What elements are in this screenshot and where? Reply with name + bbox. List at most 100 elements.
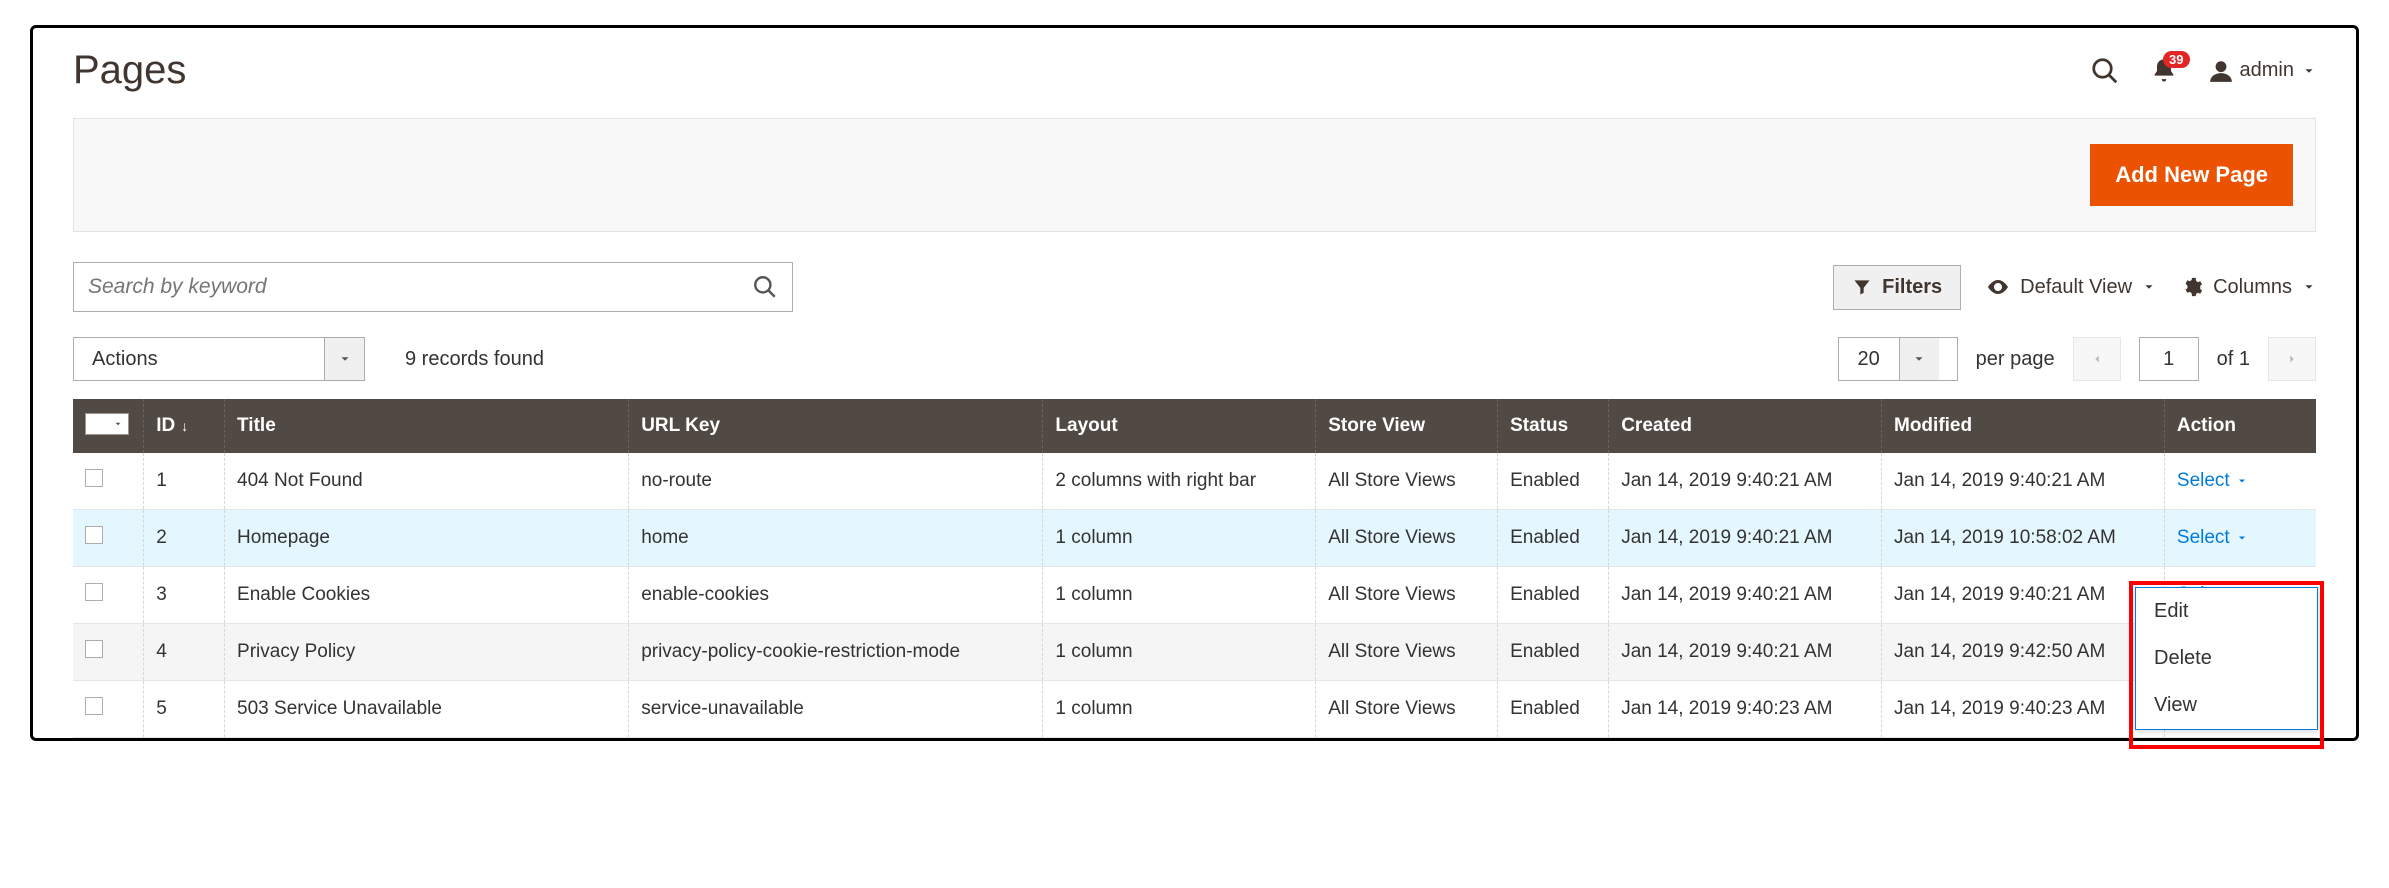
dropdown-view[interactable]: View [2136, 682, 2317, 729]
page-size-value: 20 [1839, 338, 1899, 380]
col-storeview[interactable]: Store View [1316, 399, 1498, 453]
default-view-label: Default View [2020, 276, 2132, 299]
cell-modified: Jan 14, 2019 9:40:21 AM [1882, 453, 2165, 510]
cell-storeview: All Store Views [1316, 567, 1498, 624]
cell-created: Jan 14, 2019 9:40:21 AM [1609, 567, 1882, 624]
gear-icon [2181, 276, 2203, 298]
user-menu[interactable]: admin [2208, 58, 2316, 84]
cell-id: 5 [144, 681, 225, 738]
cell-status: Enabled [1498, 567, 1609, 624]
columns-button[interactable]: Columns [2181, 276, 2316, 299]
row-action-select[interactable]: Select [2177, 527, 2248, 549]
sort-down-icon: ↓ [181, 418, 188, 434]
cell-storeview: All Store Views [1316, 453, 1498, 510]
notification-badge: 39 [2163, 51, 2189, 68]
actions-dropdown[interactable]: Actions [73, 337, 365, 381]
cell-storeview: All Store Views [1316, 681, 1498, 738]
table-row[interactable]: 2Homepagehome1 columnAll Store ViewsEnab… [73, 510, 2316, 567]
cell-title: Homepage [225, 510, 629, 567]
col-status[interactable]: Status [1498, 399, 1609, 453]
col-action[interactable]: Action [2164, 399, 2316, 453]
col-created[interactable]: Created [1609, 399, 1882, 453]
table-row[interactable]: 1404 Not Foundno-route2 columns with rig… [73, 453, 2316, 510]
search-icon[interactable] [2090, 56, 2120, 86]
next-page-button[interactable] [2268, 337, 2316, 381]
cell-created: Jan 14, 2019 9:40:21 AM [1609, 624, 1882, 681]
chevron-down-icon[interactable] [1899, 338, 1939, 380]
dropdown-delete[interactable]: Delete [2136, 635, 2317, 682]
col-layout[interactable]: Layout [1043, 399, 1316, 453]
cell-title: 404 Not Found [225, 453, 629, 510]
cell-storeview: All Store Views [1316, 624, 1498, 681]
col-modified[interactable]: Modified [1882, 399, 2165, 453]
table-row[interactable]: 4Privacy Policyprivacy-policy-cookie-res… [73, 624, 2316, 681]
col-checkbox[interactable] [73, 399, 144, 453]
cell-created: Jan 14, 2019 9:40:21 AM [1609, 510, 1882, 567]
cell-modified: Jan 14, 2019 9:42:50 AM [1882, 624, 2165, 681]
cell-status: Enabled [1498, 510, 1609, 567]
search-box[interactable] [73, 262, 793, 312]
page-size-select[interactable]: 20 [1838, 337, 1958, 381]
search-input[interactable] [88, 275, 752, 299]
cell-urlkey: home [629, 510, 1043, 567]
select-all-checkbox[interactable] [87, 415, 105, 433]
cell-title: Privacy Policy [225, 624, 629, 681]
action-bar: Add New Page [73, 118, 2316, 232]
col-id[interactable]: ID↓ [144, 399, 225, 453]
current-page-input[interactable]: 1 [2139, 337, 2199, 381]
cell-modified: Jan 14, 2019 9:40:21 AM [1882, 567, 2165, 624]
cell-status: Enabled [1498, 453, 1609, 510]
row-checkbox[interactable] [85, 640, 103, 658]
cell-id: 4 [144, 624, 225, 681]
cell-title: 503 Service Unavailable [225, 681, 629, 738]
cell-layout: 1 column [1043, 567, 1316, 624]
cell-layout: 1 column [1043, 510, 1316, 567]
total-pages-label: of 1 [2217, 348, 2250, 371]
cell-layout: 2 columns with right bar [1043, 453, 1316, 510]
cell-layout: 1 column [1043, 681, 1316, 738]
cell-urlkey: enable-cookies [629, 567, 1043, 624]
cell-status: Enabled [1498, 681, 1609, 738]
row-action-select[interactable]: Select [2177, 470, 2248, 492]
cell-created: Jan 14, 2019 9:40:21 AM [1609, 453, 1882, 510]
prev-page-button[interactable] [2073, 337, 2121, 381]
records-found: 9 records found [405, 348, 544, 371]
columns-label: Columns [2213, 276, 2292, 299]
eye-icon [1986, 275, 2010, 299]
col-urlkey[interactable]: URL Key [629, 399, 1043, 453]
filters-button[interactable]: Filters [1833, 265, 1961, 310]
chevron-down-icon[interactable] [109, 415, 127, 433]
cell-modified: Jan 14, 2019 10:58:02 AM [1882, 510, 2165, 567]
cell-urlkey: privacy-policy-cookie-restriction-mode [629, 624, 1043, 681]
row-checkbox[interactable] [85, 583, 103, 601]
cell-layout: 1 column [1043, 624, 1316, 681]
row-checkbox[interactable] [85, 526, 103, 544]
search-submit-icon[interactable] [752, 274, 778, 300]
notification-bell-icon[interactable]: 39 [2150, 57, 2178, 85]
col-title[interactable]: Title [225, 399, 629, 453]
filter-icon [1852, 277, 1872, 297]
page-title: Pages [73, 48, 186, 93]
cell-modified: Jan 14, 2019 9:40:23 AM [1882, 681, 2165, 738]
dropdown-edit[interactable]: Edit [2136, 588, 2317, 635]
chevron-down-icon[interactable] [324, 338, 364, 380]
default-view-button[interactable]: Default View [1986, 275, 2156, 299]
cell-storeview: All Store Views [1316, 510, 1498, 567]
add-new-page-button[interactable]: Add New Page [2090, 144, 2293, 206]
action-dropdown-menu: Edit Delete View [2135, 587, 2318, 730]
row-checkbox[interactable] [85, 469, 103, 487]
cell-status: Enabled [1498, 624, 1609, 681]
cell-id: 1 [144, 453, 225, 510]
filters-label: Filters [1882, 276, 1942, 299]
pages-table: ID↓ Title URL Key Layout Store View Stat… [73, 399, 2316, 738]
row-checkbox[interactable] [85, 697, 103, 715]
table-row[interactable]: 3Enable Cookiesenable-cookies1 columnAll… [73, 567, 2316, 624]
actions-label: Actions [74, 338, 324, 380]
user-label: admin [2240, 59, 2294, 82]
cell-id: 2 [144, 510, 225, 567]
table-row[interactable]: 5503 Service Unavailableservice-unavaila… [73, 681, 2316, 738]
per-page-label: per page [1976, 348, 2055, 371]
cell-id: 3 [144, 567, 225, 624]
cell-created: Jan 14, 2019 9:40:23 AM [1609, 681, 1882, 738]
cell-urlkey: service-unavailable [629, 681, 1043, 738]
